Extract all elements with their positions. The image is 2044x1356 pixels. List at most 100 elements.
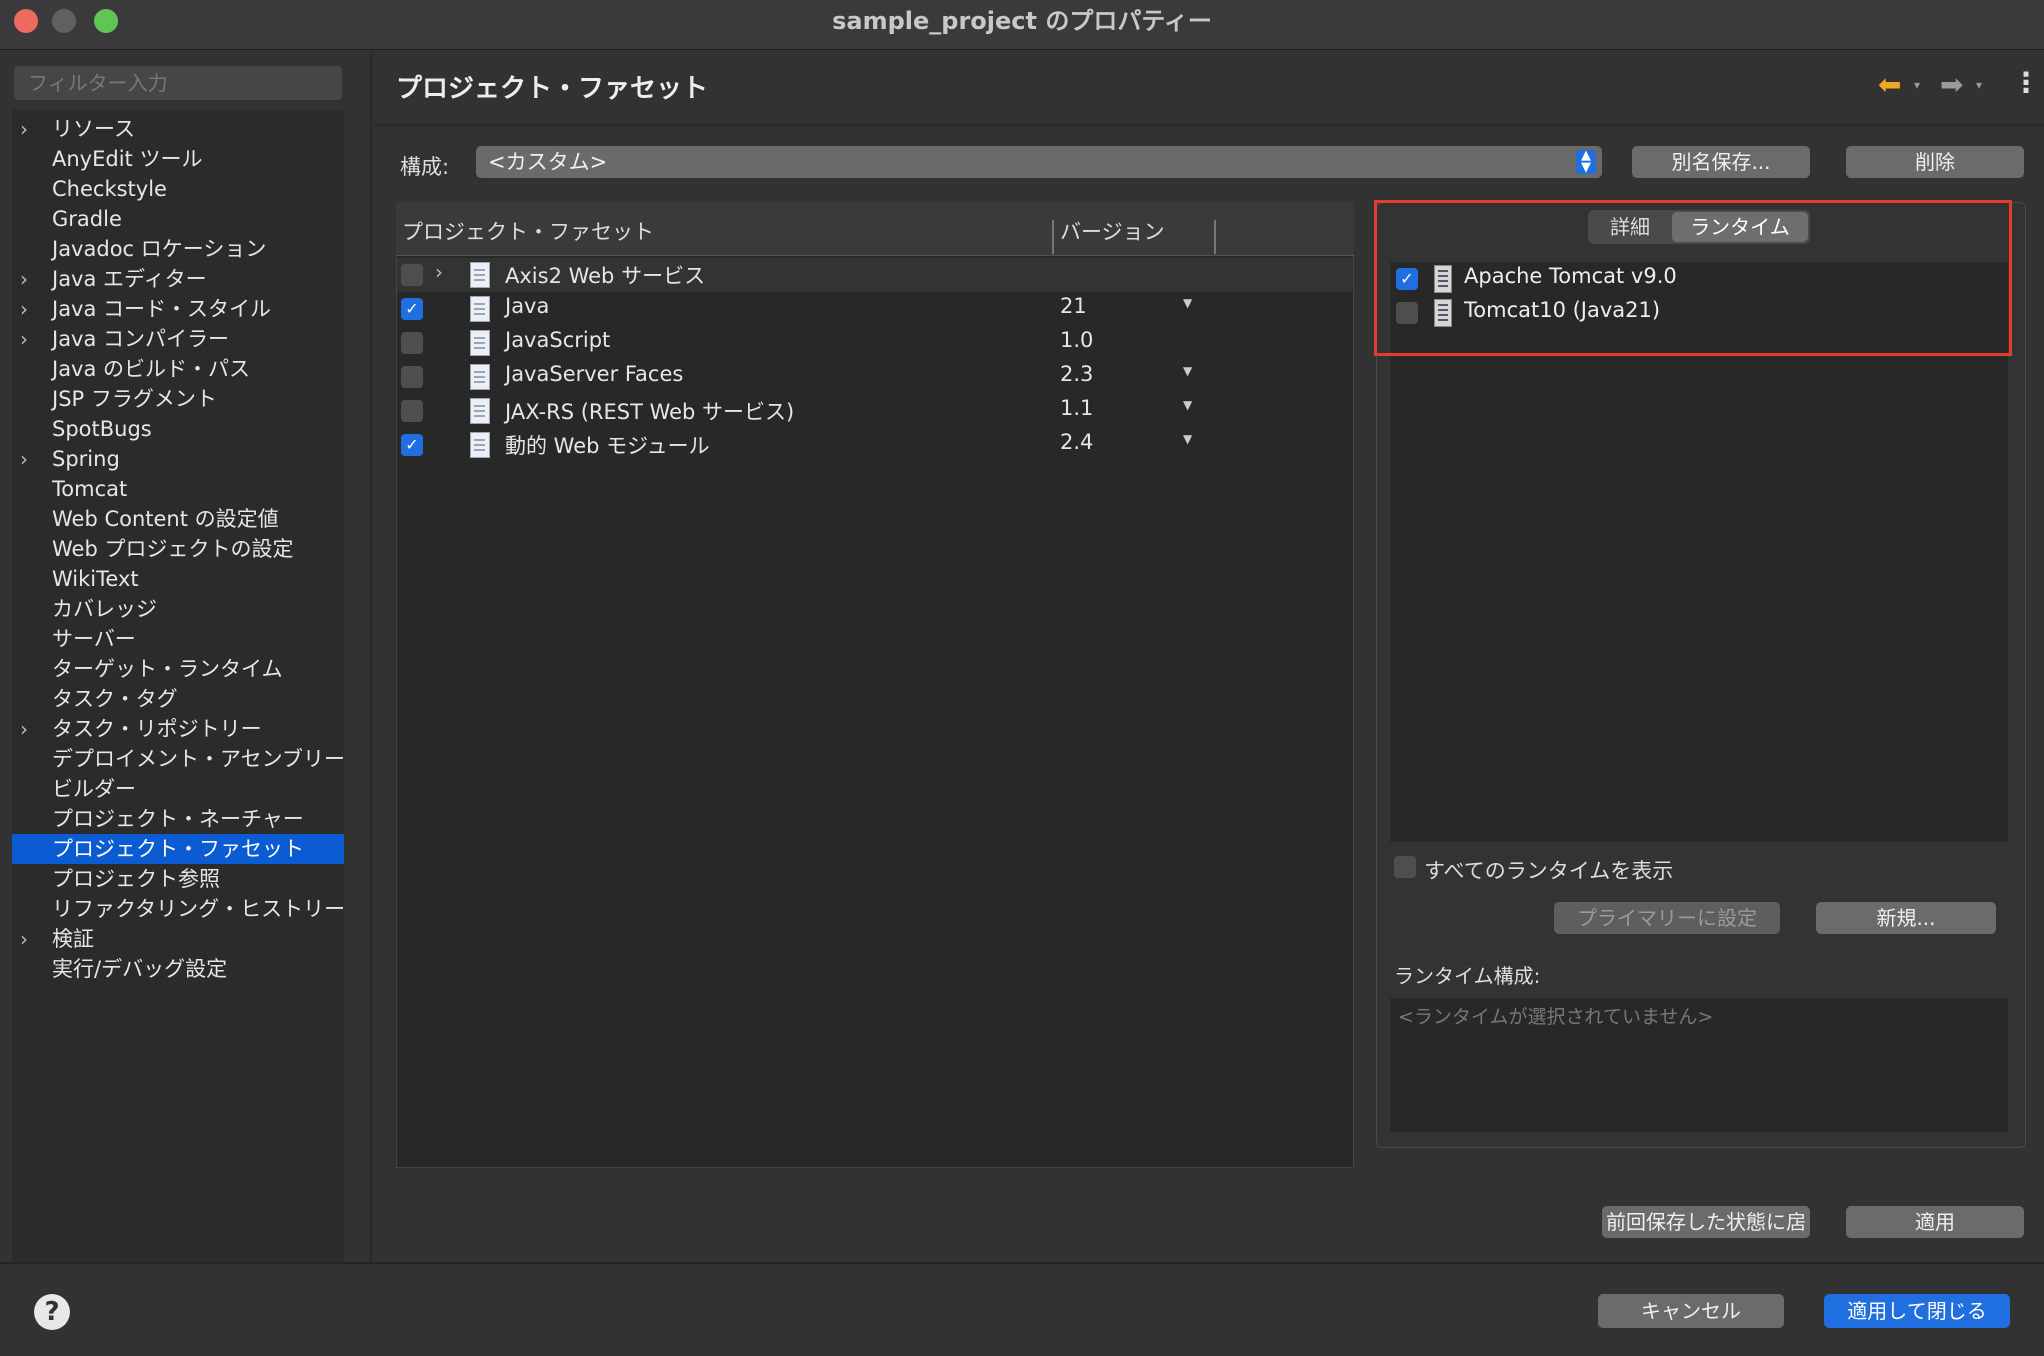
sidebar-splitter[interactable] xyxy=(370,52,372,1262)
version-dropdown-icon[interactable]: ▼ xyxy=(1183,364,1192,378)
sidebar-item[interactable]: デプロイメント・アセンブリー xyxy=(12,744,345,774)
show-all-runtimes-label: すべてのランタイムを表示 xyxy=(1424,859,1674,883)
version-dropdown-icon[interactable]: ▼ xyxy=(1183,296,1192,310)
facet-row[interactable]: JAX-RS (REST Web サービス) 1.1 ▼ xyxy=(397,394,1353,428)
sidebar-item-label: リソース xyxy=(52,117,135,141)
sidebar-item[interactable]: ターゲット・ランタイム xyxy=(12,654,344,684)
sidebar-item[interactable]: Checkstyle xyxy=(12,174,344,204)
runtime-config-text: <ランタイムが選択されていません> xyxy=(1390,998,2008,1132)
sidebar-item[interactable]: Java のビルド・パス xyxy=(12,354,344,384)
sidebar-item[interactable]: › 検証 xyxy=(12,924,344,954)
sidebar-item-label: Spring xyxy=(52,447,120,471)
window-title: sample_project のプロパティー xyxy=(832,7,1212,35)
java-facet-icon xyxy=(467,295,493,323)
sidebar-item-label: サーバー xyxy=(52,627,136,651)
sidebar-item-label: Javadoc ロケーション xyxy=(52,237,267,261)
sidebar-item-label: デプロイメント・アセンブリー xyxy=(52,747,345,771)
sidebar-item[interactable]: SpotBugs xyxy=(12,414,344,444)
restore-defaults-button[interactable]: 前回保存した状態に扂 xyxy=(1602,1206,1810,1238)
facet-row[interactable]: JavaServer Faces 2.3 ▼ xyxy=(397,360,1353,394)
set-primary-button[interactable]: プライマリーに設定 xyxy=(1554,902,1780,934)
chevron-right-icon[interactable]: › xyxy=(20,114,40,144)
sidebar-item[interactable]: Web Content の設定値 xyxy=(12,504,344,534)
sidebar-item[interactable]: JSP フラグメント xyxy=(12,384,344,414)
facet-checkbox[interactable] xyxy=(401,332,423,354)
cancel-button[interactable]: キャンセル xyxy=(1598,1294,1784,1328)
facet-checkbox[interactable]: ✓ xyxy=(401,298,423,320)
apply-and-close-button[interactable]: 適用して閉じる xyxy=(1824,1294,2010,1328)
column-divider[interactable] xyxy=(1052,220,1054,254)
sidebar-item[interactable]: AnyEdit ツール xyxy=(12,144,344,174)
document-icon xyxy=(467,363,493,391)
chevron-right-icon[interactable]: › xyxy=(20,924,40,954)
chevron-right-icon[interactable]: › xyxy=(20,714,40,744)
facet-version[interactable]: 1.0 xyxy=(1060,328,1093,352)
sidebar-item[interactable]: タスク・タグ xyxy=(12,684,344,714)
sidebar-item[interactable]: › Java コンパイラー xyxy=(12,324,344,354)
help-icon[interactable]: ? xyxy=(34,1294,70,1330)
sidebar-item[interactable]: WikiText xyxy=(12,564,344,594)
chevron-right-icon[interactable]: › xyxy=(20,294,40,324)
back-arrow-icon[interactable]: ⬅ xyxy=(1878,68,1901,101)
filter-input[interactable]: フィルター入力 xyxy=(14,66,342,100)
sidebar-item-label: Java のビルド・パス xyxy=(52,357,251,381)
save-as-button[interactable]: 別名保存... xyxy=(1632,146,1810,178)
facet-row[interactable]: ✓ 動的 Web モジュール 2.4 ▼ xyxy=(397,428,1353,462)
facet-version[interactable]: 1.1 xyxy=(1060,396,1093,420)
config-select[interactable]: <カスタム> xyxy=(476,146,1602,178)
web-module-icon xyxy=(467,431,493,459)
more-options-icon[interactable]: ⋮ xyxy=(2012,66,2040,99)
sidebar-item[interactable]: プロジェクト・ネーチャー xyxy=(12,804,344,834)
column-header-facet[interactable]: プロジェクト・ファセット xyxy=(402,216,654,246)
facet-checkbox[interactable] xyxy=(401,366,423,388)
sidebar-item[interactable]: Web プロジェクトの設定 xyxy=(12,534,344,564)
sidebar-item[interactable]: カバレッジ xyxy=(12,594,344,624)
forward-history-dropdown-icon[interactable]: ▾ xyxy=(1976,78,1982,92)
new-runtime-button[interactable]: 新規... xyxy=(1816,902,1996,934)
select-arrows-icon[interactable]: ▲ ▼ xyxy=(1576,149,1596,174)
sidebar-item[interactable]: リファクタリング・ヒストリー xyxy=(12,894,345,924)
page-title: プロジェクト・ファセット xyxy=(396,74,709,104)
column-header-version[interactable]: バージョン xyxy=(1060,216,1165,246)
sidebar-item[interactable]: 実行/デバッグ設定 xyxy=(12,954,344,984)
sidebar-item[interactable]: › リソース xyxy=(12,114,344,144)
version-dropdown-icon[interactable]: ▼ xyxy=(1183,432,1192,446)
version-dropdown-icon[interactable]: ▼ xyxy=(1183,398,1192,412)
chevron-right-icon[interactable]: › xyxy=(435,260,443,284)
facet-name: JAX-RS (REST Web サービス) xyxy=(505,400,795,424)
delete-button[interactable]: 削除 xyxy=(1846,146,2024,178)
sidebar-item[interactable]: サーバー xyxy=(12,624,344,654)
sidebar-item[interactable]: › Spring xyxy=(12,444,344,474)
forward-arrow-icon[interactable]: ➡ xyxy=(1940,68,1963,101)
sidebar-item[interactable]: › Java エディター xyxy=(12,264,344,294)
sidebar-item[interactable]: プロジェクト・ファセット xyxy=(12,834,344,864)
facet-row[interactable]: JavaScript 1.0 xyxy=(397,326,1353,360)
facet-checkbox[interactable]: ✓ xyxy=(401,434,423,456)
show-all-runtimes-checkbox[interactable] xyxy=(1394,856,1416,878)
sidebar-item[interactable]: Tomcat xyxy=(12,474,344,504)
chevron-right-icon[interactable]: › xyxy=(20,324,40,354)
column-divider[interactable] xyxy=(1214,220,1216,254)
facet-row[interactable]: › Axis2 Web サービス xyxy=(397,258,1353,292)
sidebar-item[interactable]: › Java コード・スタイル xyxy=(12,294,344,324)
sidebar-item-label: タスク・リポジトリー xyxy=(52,717,262,741)
sidebar-item[interactable]: › タスク・リポジトリー xyxy=(12,714,344,744)
chevron-right-icon[interactable]: › xyxy=(20,444,40,474)
sidebar-item[interactable]: プロジェクト参照 xyxy=(12,864,344,894)
sidebar-item-label: Web Content の設定値 xyxy=(52,507,279,531)
facet-row[interactable]: ✓ Java 21 ▼ xyxy=(397,292,1353,326)
facet-version[interactable]: 2.4 xyxy=(1060,430,1093,454)
sidebar-item-label: プロジェクト・ネーチャー xyxy=(52,807,304,831)
sidebar-item-label: 実行/デバッグ設定 xyxy=(52,957,228,981)
sidebar-item-label: プロジェクト参照 xyxy=(52,867,220,891)
sidebar-item[interactable]: ビルダー xyxy=(12,774,344,804)
facet-version[interactable]: 2.3 xyxy=(1060,362,1093,386)
back-history-dropdown-icon[interactable]: ▾ xyxy=(1914,78,1920,92)
facet-checkbox[interactable] xyxy=(401,264,423,286)
apply-button[interactable]: 適用 xyxy=(1846,1206,2024,1238)
chevron-right-icon[interactable]: › xyxy=(20,264,40,294)
sidebar-item[interactable]: Gradle xyxy=(12,204,344,234)
facet-version[interactable]: 21 xyxy=(1060,294,1087,318)
facet-checkbox[interactable] xyxy=(401,400,423,422)
sidebar-item[interactable]: Javadoc ロケーション xyxy=(12,234,344,264)
